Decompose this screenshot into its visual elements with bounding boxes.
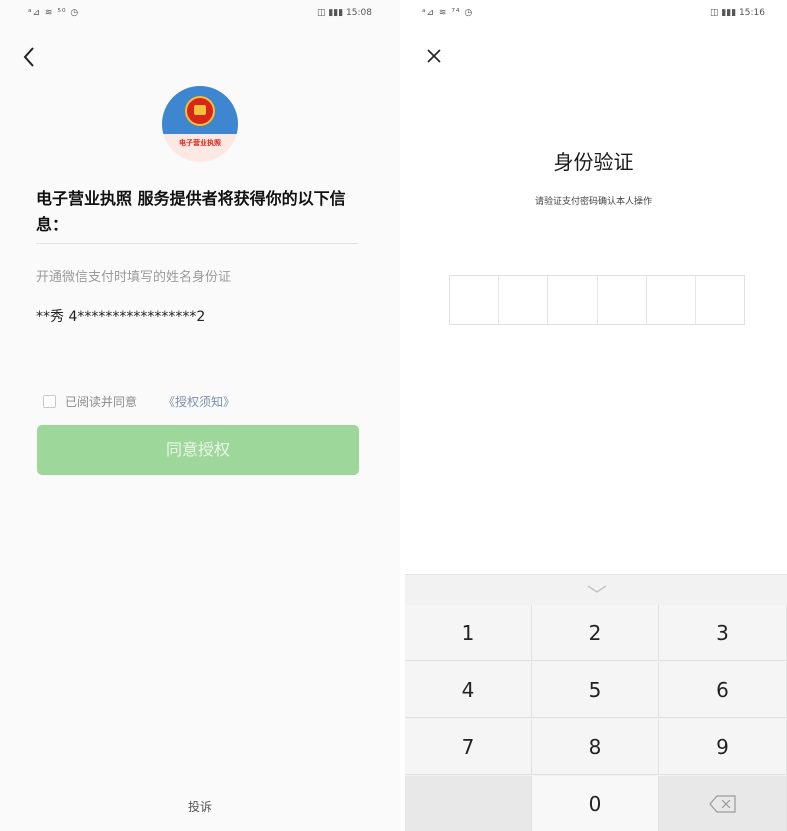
keyboard-collapse-handle[interactable] (405, 575, 787, 605)
page-heading: 电子营业执照 服务提供者将获得你的以下信息： (36, 189, 346, 234)
status-time: ◫ ▮▮▮ 15:08 (316, 8, 372, 18)
pin-digit-box[interactable] (598, 276, 647, 324)
agree-authorize-button[interactable]: 同意授权 (37, 425, 359, 475)
logo-text: 电子营业执照 (179, 139, 221, 147)
password-input[interactable] (449, 275, 745, 325)
complaint-link[interactable]: 投诉 (0, 798, 400, 815)
keypad-key-1[interactable]: 1 (405, 605, 532, 661)
authorization-notice-link[interactable]: 《授权须知》 (163, 393, 235, 410)
status-time: ◫ ▮▮▮ 15:16 (709, 8, 765, 18)
numeric-keypad: 123 456 7890 (405, 574, 787, 831)
keypad-key-4[interactable]: 4 (405, 662, 532, 718)
keypad-key-3[interactable]: 3 (659, 605, 787, 661)
close-icon (427, 49, 441, 63)
info-value: **秀 4*****************2 (36, 309, 206, 325)
status-signal-icons: ᵃ⊿ ≋ ⁷⁴ ◷ (422, 8, 474, 18)
pin-digit-box[interactable] (450, 276, 500, 324)
authorization-screen: ᵃ⊿ ≋ ⁵⁰ ◷ ◫ ▮▮▮ 15:08 电子营业执照 电子营业执照 服务提供… (0, 0, 400, 831)
keypad-key-0[interactable]: 0 (532, 776, 659, 831)
page-subtitle: 请验证支付密码确认本人操作 (534, 197, 652, 207)
keypad-key-7[interactable]: 7 (405, 719, 532, 775)
pin-digit-box[interactable] (548, 276, 598, 324)
keypad-key-8[interactable]: 8 (532, 719, 659, 775)
verification-screen: ᵃ⊿ ≋ ⁷⁴ ◷ ◫ ▮▮▮ 15:16 身份验证 请验证支付密码确认本人操作… (400, 0, 787, 831)
info-label: 开通微信支付时填写的姓名身份证 (36, 270, 232, 285)
status-signal-icons: ᵃ⊿ ≋ ⁵⁰ ◷ (28, 8, 80, 18)
keypad-key-2[interactable]: 2 (532, 605, 659, 661)
keypad-key-5[interactable]: 5 (532, 662, 659, 718)
status-bar: ᵃ⊿ ≋ ⁵⁰ ◷ ◫ ▮▮▮ 15:08 (0, 6, 400, 24)
divider (36, 243, 358, 244)
close-button[interactable] (424, 46, 444, 66)
pin-digit-box[interactable] (647, 276, 696, 324)
national-emblem-icon (185, 96, 215, 126)
chevron-left-icon (23, 47, 34, 67)
business-license-logo: 电子营业执照 (162, 86, 238, 162)
keypad-delete-key[interactable] (659, 776, 787, 831)
pin-digit-box[interactable] (696, 276, 744, 324)
backspace-icon (709, 795, 736, 813)
chevron-down-icon (587, 585, 607, 593)
status-bar: ᵃ⊿ ≋ ⁷⁴ ◷ ◫ ▮▮▮ 15:16 (400, 6, 787, 24)
page-title: 身份验证 (553, 150, 634, 174)
keypad-key-9[interactable]: 9 (659, 719, 787, 775)
keypad-blank (405, 776, 532, 831)
back-button[interactable] (20, 44, 40, 70)
keypad-key-6[interactable]: 6 (659, 662, 787, 718)
agree-checkbox[interactable] (43, 395, 56, 408)
pin-digit-box[interactable] (499, 276, 549, 324)
agree-text: 已阅读并同意 (65, 395, 138, 409)
